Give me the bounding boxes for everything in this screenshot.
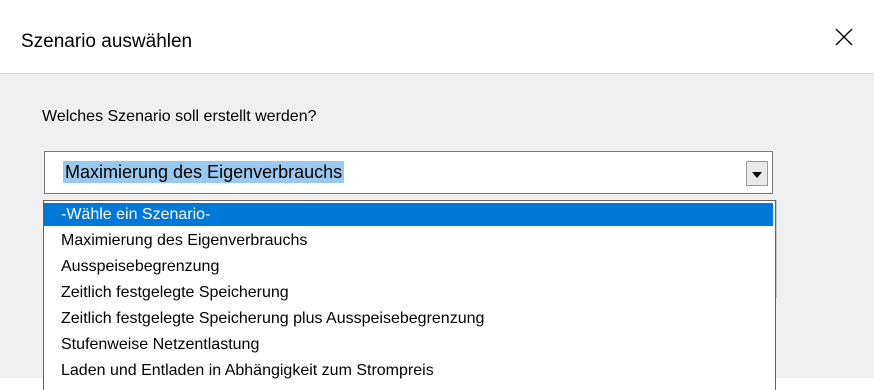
combo-selected-value[interactable]: Maximierung des Eigenverbrauchs [63,161,345,183]
title-bar: Szenario auswählen [0,0,874,74]
list-item-choose-scenario[interactable]: -Wähle ein Szenario- [44,203,773,226]
list-item-feed-out-limit[interactable]: Ausspeisebegrenzung [44,255,773,278]
list-item-scheduled-storage-plus-limit[interactable]: Zeitlich festgelegte Speicherung plus Au… [44,307,773,330]
scenario-combobox[interactable]: Maximierung des Eigenverbrauchs [44,151,773,194]
dropdown-button[interactable] [746,161,768,186]
scenario-dialog: Szenario auswählen Welches Szenario soll… [0,0,874,390]
question-label: Welches Szenario soll erstellt werden? [42,108,317,125]
list-item-scheduled-storage[interactable]: Zeitlich festgelegte Speicherung [44,281,773,304]
list-item-stepwise-grid-relief[interactable]: Stufenweise Netzentlastung [44,333,773,356]
dropdown-shadow-edge [776,200,777,298]
list-item-maximize-self-consumption[interactable]: Maximierung des Eigenverbrauchs [44,229,773,252]
scenario-dropdown-list[interactable]: -Wähle ein Szenario- Maximierung des Eig… [43,200,776,390]
dialog-title: Szenario auswählen [21,31,193,52]
list-item-price-based-charging[interactable]: Laden und Entladen in Abhängigkeit zum S… [44,359,773,382]
dropdown-arrow-icon [752,165,762,183]
close-button[interactable] [814,0,874,74]
close-icon [835,28,853,46]
